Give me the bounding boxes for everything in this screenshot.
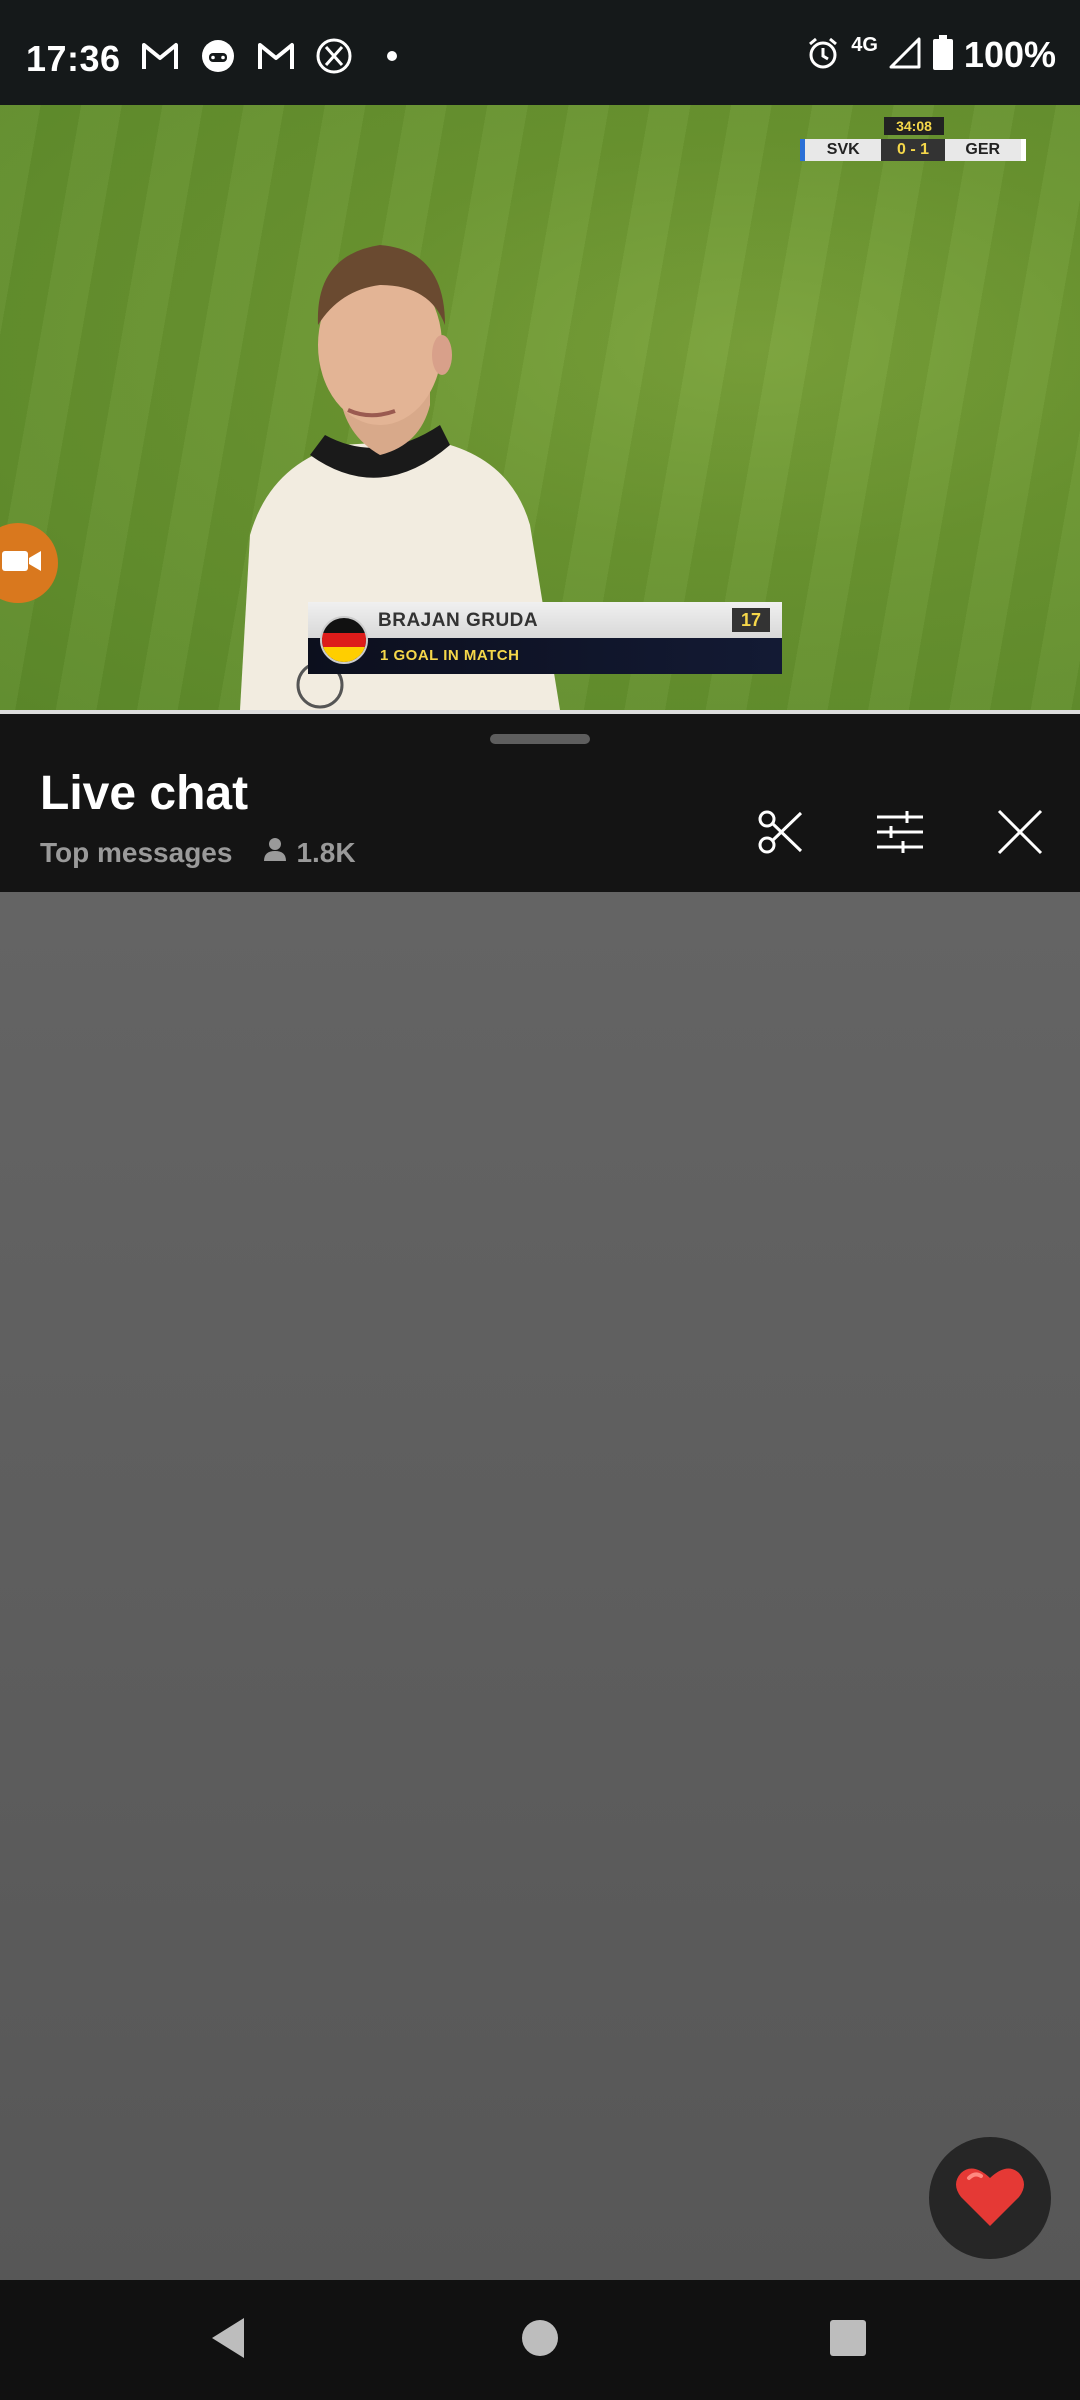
recents-icon bbox=[828, 2318, 868, 2363]
alarm-icon bbox=[805, 35, 841, 76]
close-icon bbox=[996, 808, 1044, 861]
match-clock: 34:08 bbox=[884, 117, 944, 135]
heart-icon bbox=[955, 2164, 1025, 2233]
notification-icons bbox=[140, 36, 412, 76]
home-team: SVK bbox=[800, 139, 882, 161]
battery-icon bbox=[932, 34, 954, 76]
chat-filter-button[interactable] bbox=[840, 784, 960, 884]
gmail-icon bbox=[140, 36, 180, 76]
match-score: 0 - 1 bbox=[881, 139, 945, 161]
viewer-count-text: 1.8K bbox=[296, 836, 356, 868]
scissors-icon bbox=[755, 807, 805, 862]
chat-messages-area[interactable] bbox=[0, 892, 1080, 2280]
status-right: 4G 100% bbox=[805, 34, 1056, 76]
video-player[interactable]: 34:08 SVK 0 - 1 GER BRAJAN GRUDA 17 1 GO… bbox=[0, 105, 1080, 710]
back-button[interactable] bbox=[198, 2310, 258, 2370]
signal-icon bbox=[888, 36, 922, 75]
chat-mode-selector[interactable]: Top messages bbox=[40, 837, 232, 869]
viewer-count: 1.8K bbox=[262, 836, 356, 869]
shirt-number: 17 bbox=[732, 608, 770, 632]
chat-subtitle: Top messages 1.8K bbox=[40, 836, 356, 869]
player-name: BRAJAN GRUDA bbox=[378, 610, 539, 631]
navigation-bar bbox=[0, 2280, 1080, 2400]
gmail-icon bbox=[256, 36, 296, 76]
live-chat-title: Live chat bbox=[40, 767, 249, 820]
status-bar: 17:36 4G 100% bbox=[0, 0, 1080, 105]
home-icon bbox=[520, 2318, 560, 2363]
player-stat: 1 GOAL IN MATCH bbox=[380, 647, 520, 664]
person-icon bbox=[262, 836, 288, 869]
recents-button[interactable] bbox=[818, 2310, 878, 2370]
x-app-icon bbox=[314, 36, 354, 76]
away-team: GER bbox=[944, 139, 1026, 161]
back-icon bbox=[208, 2316, 248, 2365]
live-chat-header: Live chat Top messages 1.8K bbox=[0, 714, 1080, 892]
battery-percent: 100% bbox=[963, 34, 1056, 75]
drag-handle[interactable] bbox=[490, 734, 590, 744]
close-chat-button[interactable] bbox=[960, 784, 1080, 884]
game-controller-icon bbox=[198, 36, 238, 76]
reaction-button[interactable] bbox=[929, 2137, 1051, 2259]
video-camera-icon bbox=[2, 548, 42, 579]
dot-icon bbox=[372, 36, 412, 76]
network-type: 4G bbox=[851, 33, 878, 56]
scoreboard: 34:08 SVK 0 - 1 GER bbox=[800, 117, 1026, 175]
status-time: 17:36 bbox=[26, 38, 121, 79]
home-button[interactable] bbox=[510, 2310, 570, 2370]
player-lower-third: BRAJAN GRUDA 17 1 GOAL IN MATCH bbox=[308, 602, 782, 674]
germany-flag-icon bbox=[320, 616, 368, 664]
clip-button[interactable] bbox=[720, 784, 840, 884]
sliders-icon bbox=[875, 809, 925, 860]
